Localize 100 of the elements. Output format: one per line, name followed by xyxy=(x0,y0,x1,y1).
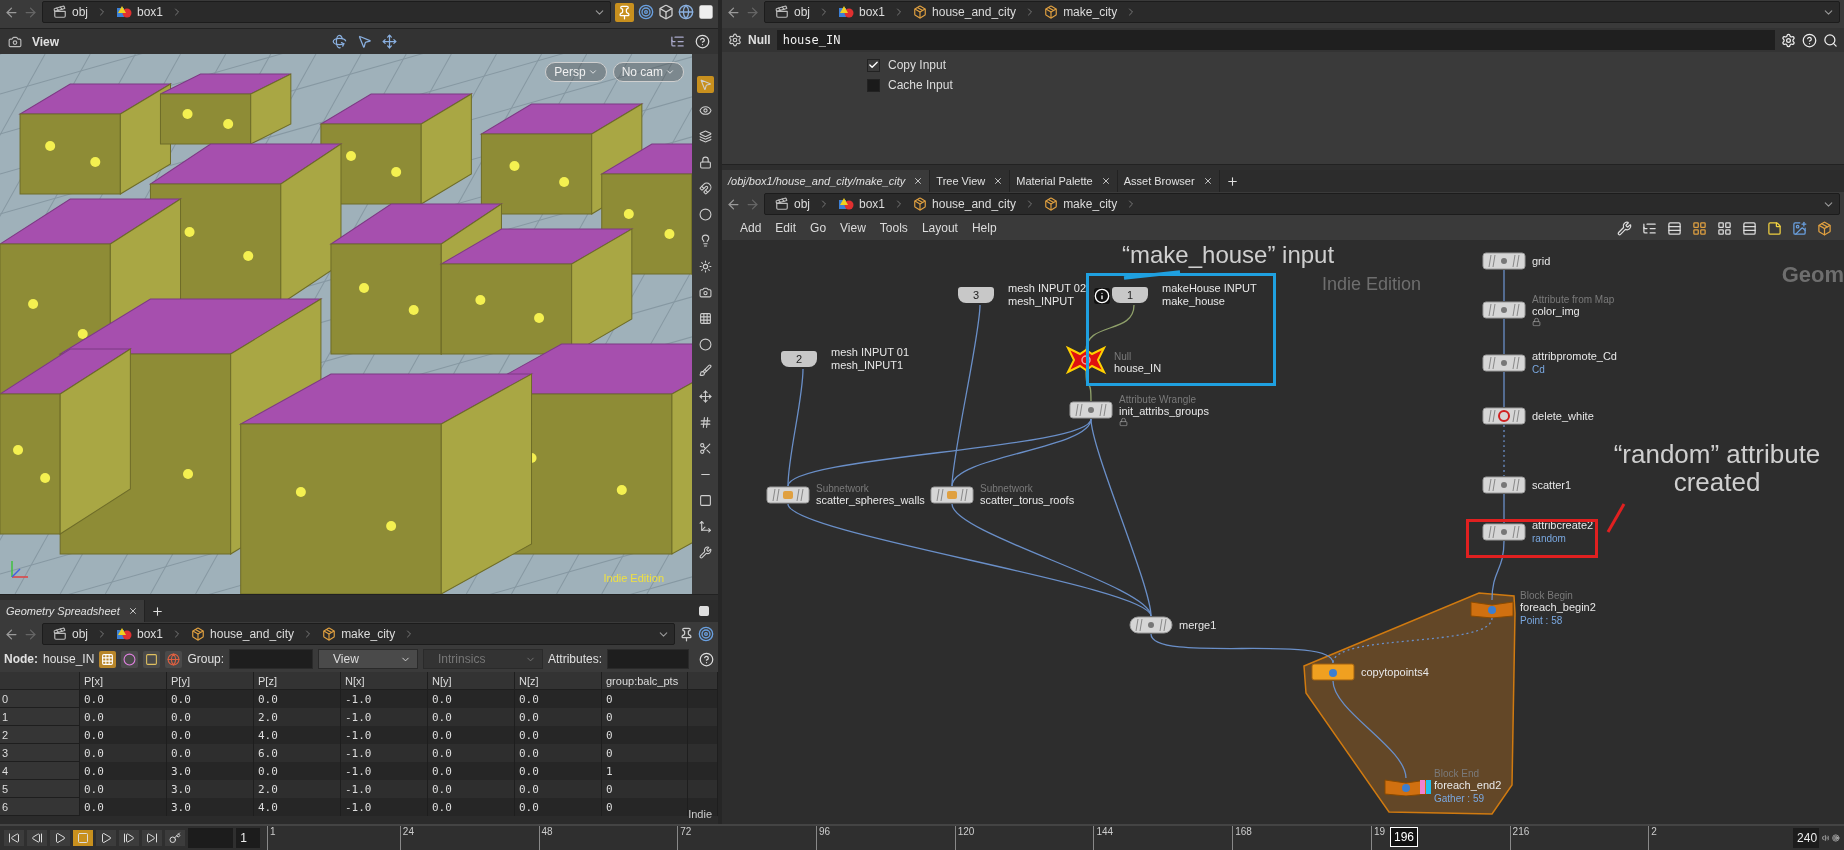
node-name[interactable]: scatter1 xyxy=(1532,478,1572,492)
column-header[interactable]: P[z] xyxy=(254,672,341,690)
camera-icon[interactable] xyxy=(8,34,22,49)
column-header[interactable]: N[x] xyxy=(341,672,428,690)
help-icon[interactable] xyxy=(695,34,710,49)
node-name[interactable]: init_attribs_groups xyxy=(1119,404,1209,418)
menu-item[interactable]: Layout xyxy=(915,217,964,239)
cube-icon[interactable] xyxy=(658,4,674,20)
path-crumb[interactable]: house_and_city xyxy=(907,2,1023,22)
path-crumb[interactable]: house_and_city xyxy=(907,194,1023,214)
settings-icon[interactable] xyxy=(1781,32,1796,48)
pin-icon[interactable] xyxy=(679,626,694,642)
node-name[interactable]: foreach_end2 xyxy=(1434,779,1502,792)
path-crumb[interactable]: make_city xyxy=(1038,194,1124,214)
column-header[interactable]: group:balc_pts xyxy=(602,672,688,690)
path-crumb[interactable]: make_city xyxy=(316,624,402,644)
network-node[interactable] xyxy=(1384,778,1428,796)
back-icon[interactable] xyxy=(4,626,19,642)
display-flag-icon[interactable] xyxy=(1420,780,1432,794)
node-name[interactable]: color_img xyxy=(1532,304,1615,318)
network-node[interactable] xyxy=(1470,600,1514,618)
path-crumb[interactable]: obj xyxy=(47,2,94,22)
play-icon[interactable] xyxy=(100,832,112,844)
points-icon[interactable] xyxy=(101,652,115,666)
tree-icon[interactable] xyxy=(1642,220,1657,236)
target-icon[interactable] xyxy=(1832,831,1840,845)
node-type-icon[interactable] xyxy=(728,33,742,47)
column-header[interactable]: N[y] xyxy=(428,672,515,690)
step-back-icon[interactable] xyxy=(31,832,43,844)
node-name[interactable]: attribcreate2 xyxy=(1532,518,1594,532)
dot-icon[interactable] xyxy=(698,338,712,351)
wrench-icon[interactable] xyxy=(698,546,712,559)
back-icon[interactable] xyxy=(4,4,19,20)
play-reverse-icon[interactable] xyxy=(54,832,66,844)
key-icon[interactable] xyxy=(169,832,181,844)
close-icon[interactable] xyxy=(127,606,138,616)
lock-icon[interactable] xyxy=(698,156,712,169)
sticky-note-icon[interactable] xyxy=(1767,220,1782,236)
current-frame-marker[interactable]: 196 xyxy=(1390,827,1419,847)
null-node[interactable] xyxy=(1064,345,1108,375)
target-icon[interactable] xyxy=(638,4,654,20)
network-node[interactable] xyxy=(1482,476,1526,494)
maximize-icon[interactable] xyxy=(698,605,710,617)
network-node[interactable] xyxy=(1482,523,1526,541)
network-node[interactable] xyxy=(1482,354,1526,372)
close-icon[interactable] xyxy=(993,176,1004,186)
info-icon[interactable] xyxy=(1094,288,1110,304)
wrench-icon[interactable] xyxy=(1617,220,1632,236)
menu-item[interactable]: Go xyxy=(804,217,833,239)
close-icon[interactable] xyxy=(1100,176,1111,186)
checkbox[interactable] xyxy=(867,78,880,92)
layers-icon[interactable] xyxy=(698,130,712,143)
rotate-icon[interactable] xyxy=(332,34,348,49)
group-field[interactable] xyxy=(229,649,314,669)
path-crumb[interactable]: box1 xyxy=(110,2,170,22)
skip-back-icon[interactable] xyxy=(8,832,20,844)
network-node[interactable] xyxy=(766,486,810,504)
node-name[interactable]: mesh_INPUT1 xyxy=(831,359,910,372)
network-node[interactable] xyxy=(930,486,974,504)
node-name[interactable]: foreach_begin2 xyxy=(1520,601,1596,614)
magnet-icon[interactable] xyxy=(698,182,712,195)
search-icon[interactable] xyxy=(1823,32,1838,48)
path-crumb[interactable]: obj xyxy=(47,624,94,644)
rows-icon[interactable] xyxy=(1667,220,1682,236)
back-icon[interactable] xyxy=(726,4,741,20)
node-name[interactable]: scatter_torus_roofs xyxy=(980,494,1075,507)
node-name[interactable]: attribpromote_Cd xyxy=(1532,349,1617,363)
node-name[interactable]: delete_white xyxy=(1532,409,1594,423)
camera-icon[interactable] xyxy=(698,286,712,299)
menu-item[interactable]: Help xyxy=(965,217,1003,239)
network-node[interactable] xyxy=(1482,252,1526,270)
hash-icon[interactable] xyxy=(698,416,712,429)
close-icon[interactable] xyxy=(1202,176,1213,186)
path-crumb[interactable]: box1 xyxy=(110,624,170,644)
node-name-field[interactable]: house_IN xyxy=(776,30,1775,50)
path-crumb[interactable]: box1 xyxy=(832,194,892,214)
column-header[interactable]: P[x] xyxy=(80,672,167,690)
color-grid-icon[interactable] xyxy=(1692,220,1707,236)
step-forward-icon[interactable] xyxy=(123,832,135,844)
skip-forward-icon[interactable] xyxy=(146,832,158,844)
grid-icon[interactable] xyxy=(1717,220,1732,236)
node-name[interactable]: house_IN xyxy=(1114,362,1162,375)
move-icon[interactable] xyxy=(698,390,712,403)
brush-icon[interactable] xyxy=(698,364,712,377)
input-node[interactable]: 1 xyxy=(1112,287,1148,303)
column-header[interactable]: P[y] xyxy=(167,672,254,690)
view-dropdown[interactable]: View xyxy=(318,649,419,669)
checkbox[interactable] xyxy=(867,58,880,72)
eye-icon[interactable] xyxy=(698,104,712,117)
node-name[interactable]: copytopoints4 xyxy=(1361,665,1429,679)
network-node[interactable] xyxy=(1482,407,1526,425)
network-node[interactable] xyxy=(1311,663,1355,681)
end-frame-field[interactable]: 240 xyxy=(1793,828,1819,848)
help-icon[interactable] xyxy=(1802,32,1817,48)
close-icon[interactable] xyxy=(913,176,924,186)
axes-icon[interactable] xyxy=(698,520,712,533)
path-crumb[interactable]: house_and_city xyxy=(185,624,301,644)
node-name[interactable]: make_house xyxy=(1162,295,1257,308)
path-crumb[interactable]: box1 xyxy=(832,2,892,22)
add-tab-icon[interactable] xyxy=(150,604,164,618)
